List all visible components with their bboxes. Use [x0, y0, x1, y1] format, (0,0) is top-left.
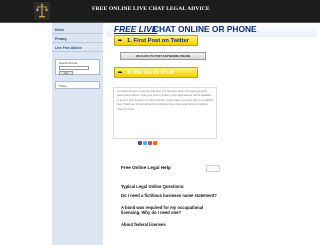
sidebar-item-privacy[interactable]: Privacy — [52, 35, 103, 43]
intro-text: To unlock access to free live chat help,… — [117, 90, 213, 111]
banner-chat-online-or-phone: CHAT ONLINE OR PHONE — [153, 24, 257, 34]
scales-of-justice-icon — [34, 2, 50, 20]
sidebar-item-live-free-advice[interactable]: Live Free Advice — [52, 44, 103, 52]
share-widget[interactable] — [138, 141, 160, 146]
search-input[interactable] — [59, 66, 89, 70]
question-item: About federal licenses — [121, 222, 166, 227]
question-item: A bond was required for my occupational … — [121, 205, 204, 216]
questions-title: Typical Legal Online Questions: — [121, 184, 185, 189]
arrow-right-icon: ➨ — [118, 38, 123, 44]
search-box: Search Articles Go — [55, 59, 100, 75]
step2-label: 2. We Verify Post — [127, 70, 174, 76]
share-icon[interactable] — [153, 141, 157, 145]
share-box: Share — [55, 81, 100, 89]
arrow-right-icon: ➨ — [118, 70, 123, 76]
post-anywhere-button[interactable]: OR CLICK TO POST ANYWHERE ONLINE — [120, 52, 206, 60]
legal-help-heading: Free Online Legal Help — [121, 165, 171, 170]
intro-panel: To unlock access to free live chat help,… — [113, 87, 217, 139]
facebook-icon[interactable] — [138, 141, 142, 145]
site-header: FREE ONLINE LIVE CHAT LEGAL ADVICE — [0, 0, 320, 23]
step1-button[interactable]: ➨ 1. First Post on Twitter — [114, 35, 198, 46]
site-title: FREE ONLINE LIVE CHAT LEGAL ADVICE — [92, 6, 210, 12]
banner-free-live: FREE LIVE — [114, 24, 158, 34]
twitter-icon[interactable] — [143, 141, 147, 145]
sidebar: Home Privacy Live Free Advice Search Art… — [52, 23, 103, 245]
search-button[interactable]: Go — [59, 71, 73, 75]
question-item: Do I need a fictitious business name sta… — [121, 193, 217, 198]
sidebar-item-home[interactable]: Home — [52, 26, 103, 34]
search-label: Search Articles — [59, 61, 78, 65]
share-label: Share — [59, 84, 67, 88]
step1-label: 1. First Post on Twitter — [127, 38, 190, 44]
ad-box — [206, 165, 220, 172]
google-plus-icon[interactable] — [148, 141, 152, 145]
step2-button[interactable]: ➨ 2. We Verify Post — [114, 67, 198, 78]
